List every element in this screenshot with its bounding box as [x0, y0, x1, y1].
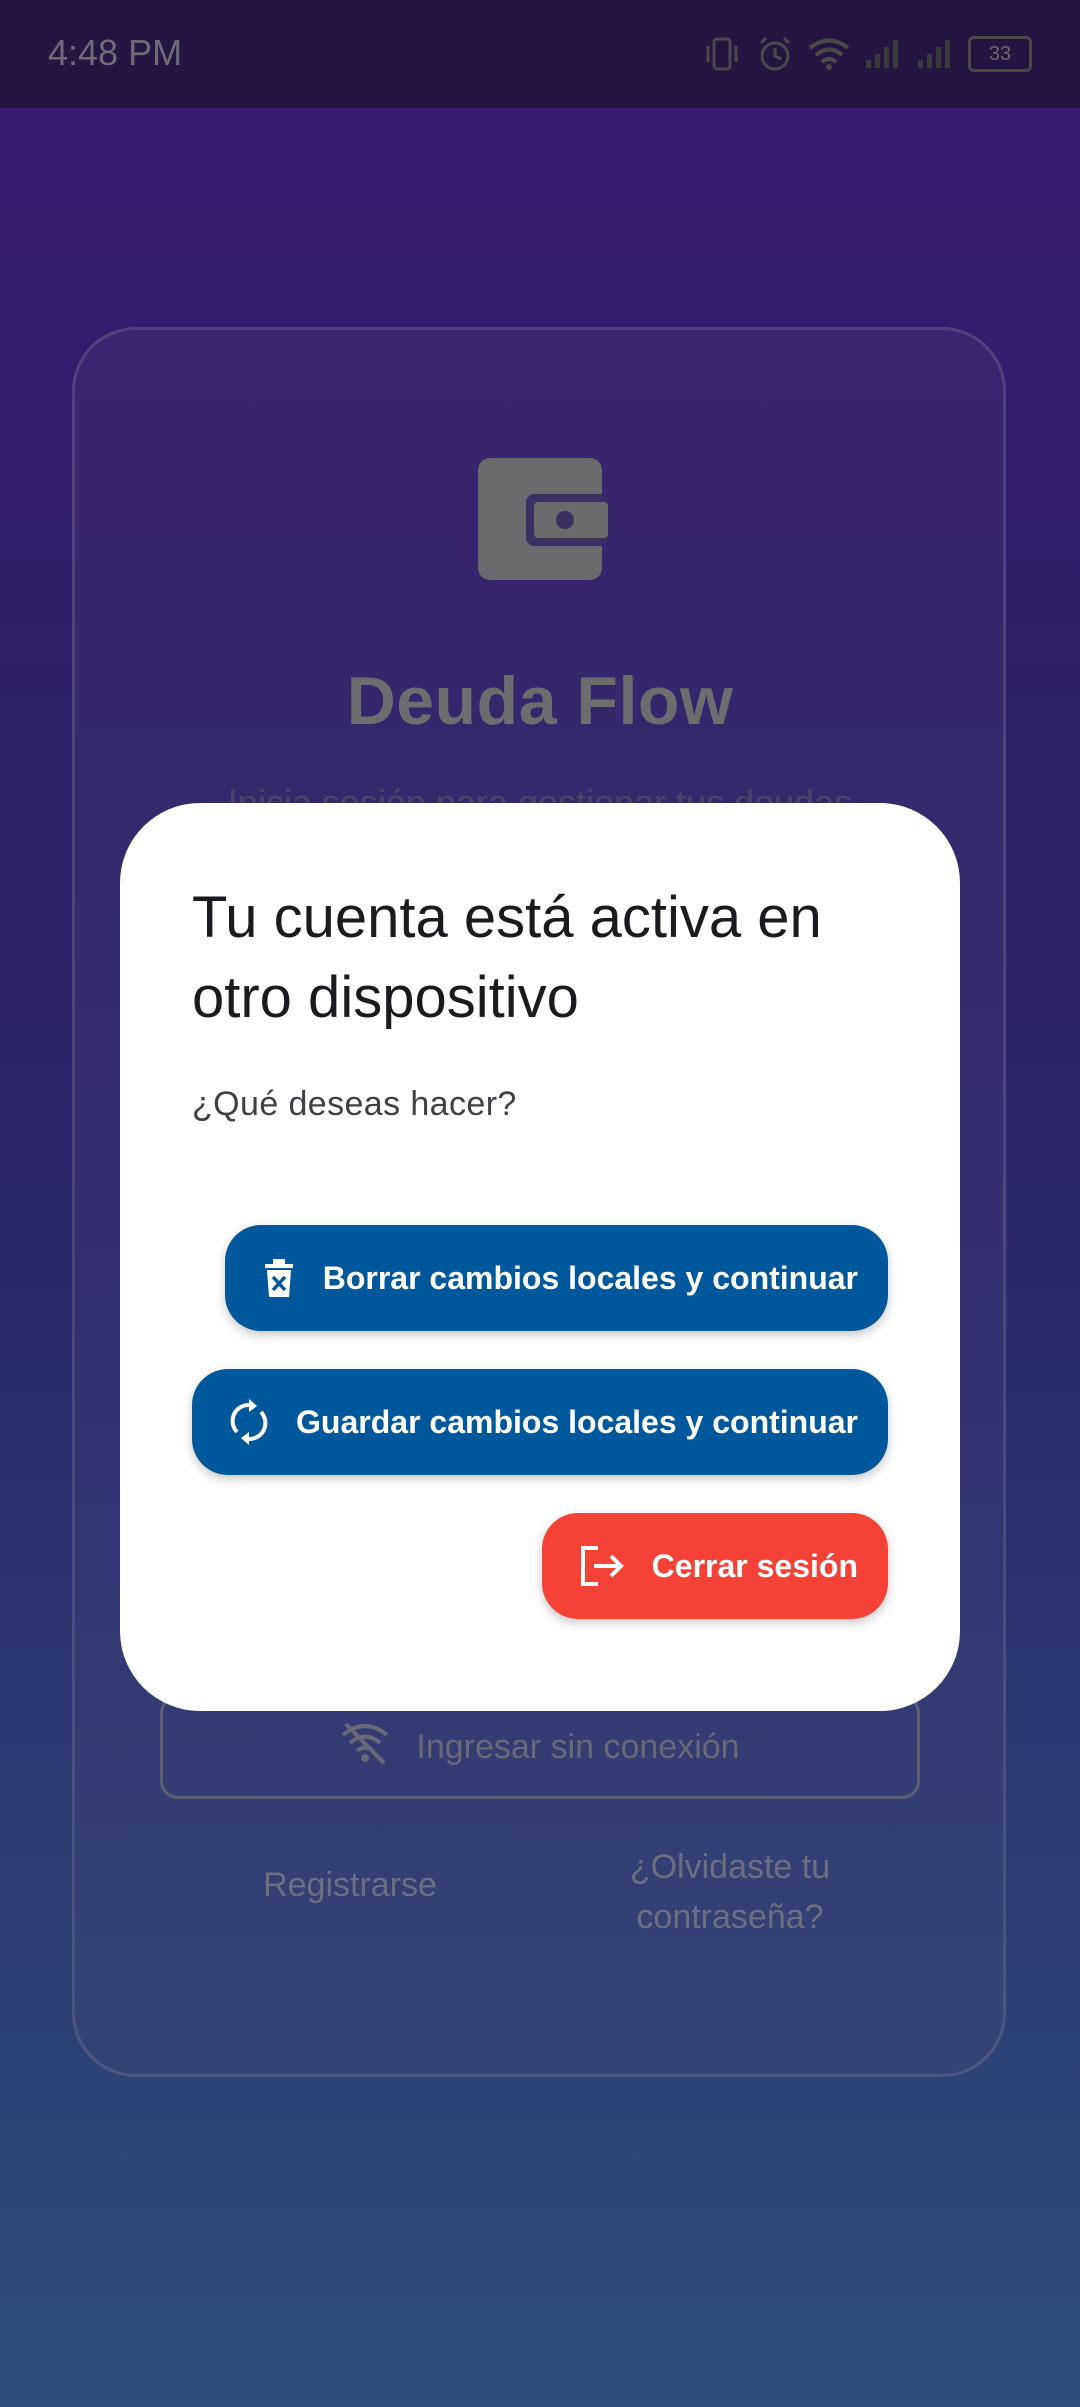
logout-icon: [578, 1545, 626, 1587]
logout-label: Cerrar sesión: [651, 1547, 858, 1584]
dialog-title: Tu cuenta está activa en otro dispositiv…: [192, 885, 822, 1030]
save-local-changes-label: Guardar cambios locales y continuar: [296, 1403, 858, 1440]
discard-local-changes-label: Borrar cambios locales y continuar: [322, 1259, 858, 1296]
logout-button[interactable]: Cerrar sesión: [541, 1513, 888, 1619]
dialog-message: ¿Qué deseas hacer?: [192, 1085, 517, 1123]
discard-local-changes-button[interactable]: Borrar cambios locales y continuar: [224, 1225, 888, 1331]
session-conflict-dialog: Tu cuenta está activa en otro dispositiv…: [120, 803, 960, 1711]
sync-icon: [228, 1399, 270, 1445]
delete-icon: [261, 1258, 297, 1298]
save-local-changes-button[interactable]: Guardar cambios locales y continuar: [192, 1369, 888, 1475]
